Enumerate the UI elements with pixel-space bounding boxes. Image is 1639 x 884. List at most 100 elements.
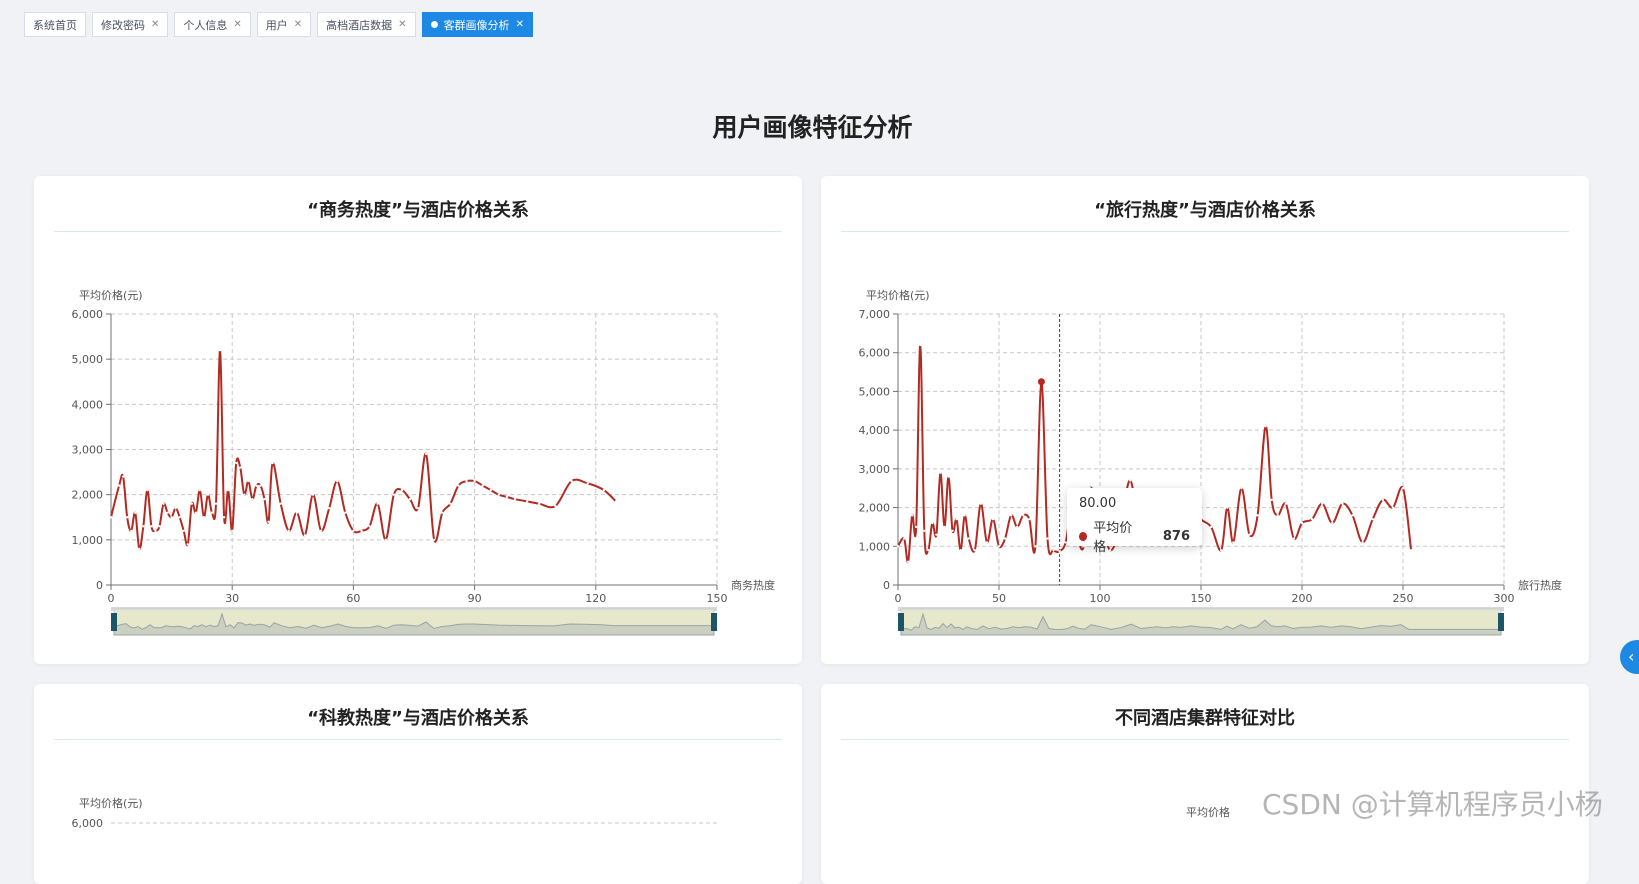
data-point — [263, 497, 266, 501]
data-point — [943, 525, 946, 529]
data-point — [376, 502, 379, 505]
x-tick-label: 60 — [346, 592, 360, 605]
data-point — [1292, 537, 1296, 540]
y-tick-label: 5,000 — [72, 353, 104, 366]
data-point — [1220, 548, 1223, 552]
data-point — [158, 525, 161, 528]
data-point — [433, 538, 436, 542]
data-point — [1351, 514, 1354, 517]
data-point — [1391, 506, 1395, 509]
zoom-handle-left — [111, 613, 117, 631]
data-point — [150, 525, 153, 528]
tab-hotel-data[interactable]: 高档酒店数据 ✕ — [317, 12, 416, 37]
data-point — [336, 479, 339, 483]
data-point — [906, 560, 910, 563]
data-point — [1270, 498, 1273, 502]
data-point — [239, 466, 242, 469]
data-point — [368, 525, 371, 528]
y-tick-label: 4,000 — [72, 398, 104, 411]
business-chart[interactable]: 0 1,000 2,000 3,000 4,000 5,000 6,000 0 30 60 90 12… — [34, 176, 802, 664]
data-point — [222, 516, 226, 519]
data-point — [1331, 521, 1334, 525]
x-tick-label: 90 — [468, 592, 482, 605]
y-axis-label: 平均价格 — [1186, 805, 1230, 819]
data-point — [1284, 502, 1288, 505]
x-tick-label: 150 — [1191, 592, 1212, 605]
close-icon[interactable]: ✕ — [151, 19, 159, 30]
close-icon[interactable]: ✕ — [398, 19, 406, 30]
data-point — [525, 500, 529, 503]
data-point — [251, 497, 254, 501]
data-point — [1409, 548, 1413, 552]
data-point — [1022, 514, 1025, 517]
data-point — [935, 533, 938, 536]
tab-profile[interactable]: 个人信息 ✕ — [174, 12, 251, 37]
tab-label: 高档酒店数据 — [326, 18, 393, 32]
y-tick-label: 6,000 — [72, 817, 104, 830]
data-point — [194, 511, 198, 514]
tab-home[interactable]: 系统首页 — [24, 12, 86, 37]
tab-label: 个人信息 — [183, 18, 228, 32]
y-tick-label: 7,000 — [859, 308, 891, 321]
data-point — [352, 529, 355, 532]
data-point — [416, 507, 420, 510]
data-point — [554, 504, 557, 508]
data-point — [121, 475, 125, 478]
data-point — [586, 482, 589, 485]
data-point — [1321, 502, 1324, 505]
tab-customer-profile[interactable]: 客群画像分析 ✕ — [421, 12, 533, 37]
data-point — [449, 502, 452, 505]
tab-users[interactable]: 用户 ✕ — [256, 12, 312, 37]
data-point — [117, 484, 121, 487]
data-point — [255, 484, 258, 487]
data-point — [902, 537, 906, 540]
tab-label: 用户 — [265, 18, 288, 32]
data-point — [344, 511, 347, 514]
chart-tooltip: 80.00 平均价格 876 — [1067, 488, 1202, 555]
close-icon[interactable]: ✕ — [233, 19, 241, 30]
data-point — [408, 497, 412, 501]
data-point — [360, 529, 363, 532]
data-point — [1381, 498, 1384, 502]
tooltip-x-value: 80.00 — [1079, 496, 1117, 511]
data-point — [424, 452, 428, 456]
data-point — [1256, 514, 1259, 517]
data-point — [142, 525, 145, 528]
x-tick-label: 300 — [1494, 592, 1515, 605]
close-icon[interactable]: ✕ — [516, 19, 524, 30]
data-point — [465, 479, 468, 483]
zoom-handle-right — [1498, 613, 1504, 631]
data-point — [243, 493, 246, 496]
data-point — [178, 516, 181, 519]
data-point — [896, 545, 900, 548]
data-point — [247, 479, 250, 483]
data-point — [170, 516, 173, 519]
travel-chart[interactable]: 0 1,000 2,000 3,000 4,000 5,000 6,000 7,000 0 50 1… — [821, 176, 1589, 664]
business-chart-card: “商务热度”与酒店价格关系 0 1,000 2,000 3,000 4,000 5,000… — [34, 176, 802, 664]
data-point — [967, 537, 970, 540]
data-point — [973, 548, 976, 552]
data-point — [162, 502, 165, 505]
science-chart[interactable]: 平均价格(元) 6,000 — [34, 684, 802, 830]
data-point — [235, 461, 238, 465]
x-tick-label: 0 — [108, 592, 115, 605]
data-point — [130, 529, 133, 532]
data-point — [939, 471, 942, 474]
data-point — [513, 497, 517, 501]
data-point — [1371, 517, 1374, 521]
tab-label: 修改密码 — [101, 18, 145, 32]
data-point — [303, 534, 307, 537]
data-point — [473, 479, 476, 483]
y-axis-label: 平均价格(元) — [866, 288, 930, 302]
close-icon[interactable]: ✕ — [294, 19, 302, 30]
y-tick-label: 2,000 — [859, 502, 891, 515]
y-tick-label: 3,000 — [72, 444, 104, 457]
data-point — [1226, 506, 1229, 509]
zoom-handle-right — [711, 613, 717, 631]
data-point — [1009, 514, 1013, 517]
data-point — [1034, 545, 1037, 548]
tab-change-password[interactable]: 修改密码 ✕ — [92, 12, 169, 37]
data-point — [951, 529, 954, 532]
x-tick-label: 30 — [225, 592, 239, 605]
collapse-panel-button[interactable]: ‹ — [1620, 640, 1639, 674]
